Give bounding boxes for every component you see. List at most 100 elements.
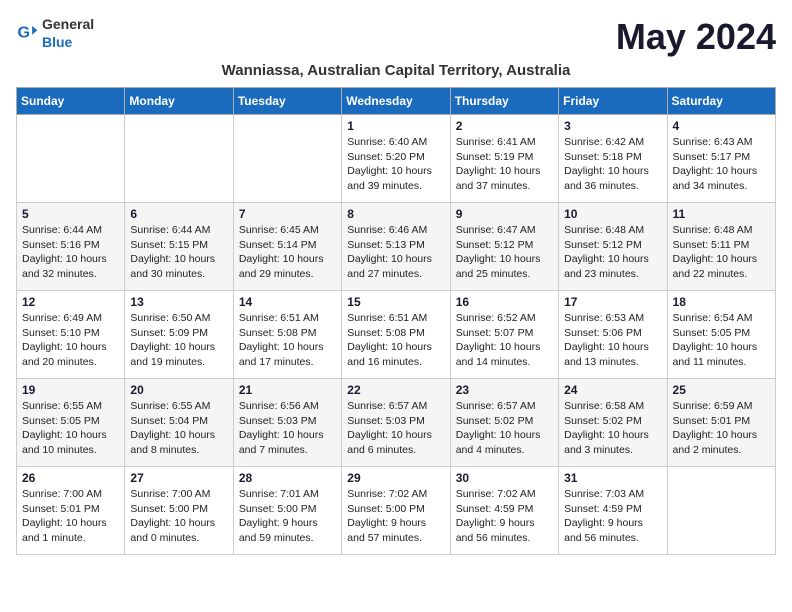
day-info: Sunrise: 7:02 AM Sunset: 5:00 PM Dayligh… [347, 487, 444, 546]
calendar-cell: 20 Sunrise: 6:55 AM Sunset: 5:04 PM Dayli… [125, 379, 233, 467]
calendar-cell: 31 Sunrise: 7:03 AM Sunset: 4:59 PM Dayli… [559, 467, 667, 555]
day-info: Sunrise: 6:56 AM Sunset: 5:03 PM Dayligh… [239, 399, 336, 458]
day-info: Sunrise: 6:59 AM Sunset: 5:01 PM Dayligh… [673, 399, 770, 458]
day-info: Sunrise: 6:44 AM Sunset: 5:16 PM Dayligh… [22, 223, 119, 282]
day-info: Sunrise: 7:02 AM Sunset: 4:59 PM Dayligh… [456, 487, 553, 546]
calendar-header-row: SundayMondayTuesdayWednesdayThursdayFrid… [17, 88, 776, 115]
day-info: Sunrise: 6:54 AM Sunset: 5:05 PM Dayligh… [673, 311, 770, 370]
day-number: 25 [673, 383, 770, 397]
day-number: 11 [673, 207, 770, 221]
calendar-cell: 1 Sunrise: 6:40 AM Sunset: 5:20 PM Daylig… [342, 115, 450, 203]
day-info: Sunrise: 6:57 AM Sunset: 5:03 PM Dayligh… [347, 399, 444, 458]
day-number: 2 [456, 119, 553, 133]
calendar-week-row: 1 Sunrise: 6:40 AM Sunset: 5:20 PM Daylig… [17, 115, 776, 203]
day-number: 19 [22, 383, 119, 397]
day-info: Sunrise: 6:53 AM Sunset: 5:06 PM Dayligh… [564, 311, 661, 370]
day-info: Sunrise: 6:50 AM Sunset: 5:09 PM Dayligh… [130, 311, 227, 370]
day-info: Sunrise: 6:55 AM Sunset: 5:05 PM Dayligh… [22, 399, 119, 458]
calendar-cell: 21 Sunrise: 6:56 AM Sunset: 5:03 PM Dayli… [233, 379, 341, 467]
subtitle: Wanniassa, Australian Capital Territory,… [16, 62, 776, 79]
svg-text:G: G [17, 24, 30, 42]
day-info: Sunrise: 6:55 AM Sunset: 5:04 PM Dayligh… [130, 399, 227, 458]
day-info: Sunrise: 6:48 AM Sunset: 5:12 PM Dayligh… [564, 223, 661, 282]
calendar-table: SundayMondayTuesdayWednesdayThursdayFrid… [16, 87, 776, 555]
calendar-cell: 5 Sunrise: 6:44 AM Sunset: 5:16 PM Daylig… [17, 203, 125, 291]
day-number: 8 [347, 207, 444, 221]
title-block: May 2024 [616, 16, 776, 58]
day-number: 27 [130, 471, 227, 485]
logo: G General Blue [16, 16, 94, 52]
calendar-cell: 4 Sunrise: 6:43 AM Sunset: 5:17 PM Daylig… [667, 115, 775, 203]
calendar-cell: 16Sunrise: 6:52 AM Sunset: 5:07 PM Dayli… [450, 291, 558, 379]
day-info: Sunrise: 6:51 AM Sunset: 5:08 PM Dayligh… [347, 311, 444, 370]
calendar-cell: 23 Sunrise: 6:57 AM Sunset: 5:02 PM Dayli… [450, 379, 558, 467]
day-info: Sunrise: 6:48 AM Sunset: 5:11 PM Dayligh… [673, 223, 770, 282]
day-number: 20 [130, 383, 227, 397]
calendar-cell: 29 Sunrise: 7:02 AM Sunset: 5:00 PM Dayli… [342, 467, 450, 555]
day-info: Sunrise: 7:03 AM Sunset: 4:59 PM Dayligh… [564, 487, 661, 546]
day-info: Sunrise: 6:43 AM Sunset: 5:17 PM Dayligh… [673, 135, 770, 194]
day-number: 1 [347, 119, 444, 133]
calendar-header-wednesday: Wednesday [342, 88, 450, 115]
day-number: 7 [239, 207, 336, 221]
day-number: 17 [564, 295, 661, 309]
calendar-week-row: 26 Sunrise: 7:00 AM Sunset: 5:01 PM Dayli… [17, 467, 776, 555]
day-number: 4 [673, 119, 770, 133]
calendar-week-row: 19 Sunrise: 6:55 AM Sunset: 5:05 PM Dayli… [17, 379, 776, 467]
day-number: 3 [564, 119, 661, 133]
day-info: Sunrise: 6:57 AM Sunset: 5:02 PM Dayligh… [456, 399, 553, 458]
calendar-cell: 28 Sunrise: 7:01 AM Sunset: 5:00 PM Dayli… [233, 467, 341, 555]
calendar-cell: 19 Sunrise: 6:55 AM Sunset: 5:05 PM Dayli… [17, 379, 125, 467]
calendar-week-row: 12 Sunrise: 6:49 AM Sunset: 5:10 PM Dayli… [17, 291, 776, 379]
calendar-cell: 8Sunrise: 6:46 AM Sunset: 5:13 PM Daylig… [342, 203, 450, 291]
day-number: 18 [673, 295, 770, 309]
day-info: Sunrise: 7:00 AM Sunset: 5:01 PM Dayligh… [22, 487, 119, 546]
calendar-cell: 13Sunrise: 6:50 AM Sunset: 5:09 PM Dayli… [125, 291, 233, 379]
calendar-cell: 30 Sunrise: 7:02 AM Sunset: 4:59 PM Dayli… [450, 467, 558, 555]
logo-blue: Blue [42, 34, 72, 50]
day-number: 21 [239, 383, 336, 397]
calendar-cell [233, 115, 341, 203]
calendar-cell: 18 Sunrise: 6:54 AM Sunset: 5:05 PM Dayli… [667, 291, 775, 379]
day-number: 12 [22, 295, 119, 309]
day-info: Sunrise: 6:49 AM Sunset: 5:10 PM Dayligh… [22, 311, 119, 370]
calendar-header-saturday: Saturday [667, 88, 775, 115]
day-info: Sunrise: 6:40 AM Sunset: 5:20 PM Dayligh… [347, 135, 444, 194]
calendar-header-monday: Monday [125, 88, 233, 115]
day-info: Sunrise: 6:52 AM Sunset: 5:07 PM Dayligh… [456, 311, 553, 370]
calendar-cell: 24Sunrise: 6:58 AM Sunset: 5:02 PM Dayli… [559, 379, 667, 467]
day-number: 30 [456, 471, 553, 485]
day-number: 23 [456, 383, 553, 397]
calendar-cell: 22Sunrise: 6:57 AM Sunset: 5:03 PM Dayli… [342, 379, 450, 467]
header: G General Blue May 2024 [16, 16, 776, 58]
calendar-header-thursday: Thursday [450, 88, 558, 115]
calendar-header-tuesday: Tuesday [233, 88, 341, 115]
day-number: 24 [564, 383, 661, 397]
calendar-cell [125, 115, 233, 203]
calendar-cell: 11 Sunrise: 6:48 AM Sunset: 5:11 PM Dayli… [667, 203, 775, 291]
calendar-cell: 27 Sunrise: 7:00 AM Sunset: 5:00 PM Dayli… [125, 467, 233, 555]
day-number: 29 [347, 471, 444, 485]
main-title: May 2024 [616, 16, 776, 58]
calendar-cell: 17 Sunrise: 6:53 AM Sunset: 5:06 PM Dayli… [559, 291, 667, 379]
day-info: Sunrise: 6:47 AM Sunset: 5:12 PM Dayligh… [456, 223, 553, 282]
calendar-header-friday: Friday [559, 88, 667, 115]
day-info: Sunrise: 6:45 AM Sunset: 5:14 PM Dayligh… [239, 223, 336, 282]
calendar-cell: 2 Sunrise: 6:41 AM Sunset: 5:19 PM Daylig… [450, 115, 558, 203]
day-info: Sunrise: 6:51 AM Sunset: 5:08 PM Dayligh… [239, 311, 336, 370]
calendar-cell: 3Sunrise: 6:42 AM Sunset: 5:18 PM Daylig… [559, 115, 667, 203]
calendar-cell [667, 467, 775, 555]
day-number: 26 [22, 471, 119, 485]
day-number: 31 [564, 471, 661, 485]
day-number: 28 [239, 471, 336, 485]
day-number: 10 [564, 207, 661, 221]
calendar-cell: 7 Sunrise: 6:45 AM Sunset: 5:14 PM Daylig… [233, 203, 341, 291]
logo-icon: G [16, 23, 38, 45]
calendar-cell: 12 Sunrise: 6:49 AM Sunset: 5:10 PM Dayli… [17, 291, 125, 379]
calendar-cell: 25 Sunrise: 6:59 AM Sunset: 5:01 PM Dayli… [667, 379, 775, 467]
day-info: Sunrise: 6:41 AM Sunset: 5:19 PM Dayligh… [456, 135, 553, 194]
calendar-cell: 6Sunrise: 6:44 AM Sunset: 5:15 PM Daylig… [125, 203, 233, 291]
day-info: Sunrise: 7:00 AM Sunset: 5:00 PM Dayligh… [130, 487, 227, 546]
day-number: 5 [22, 207, 119, 221]
day-info: Sunrise: 7:01 AM Sunset: 5:00 PM Dayligh… [239, 487, 336, 546]
